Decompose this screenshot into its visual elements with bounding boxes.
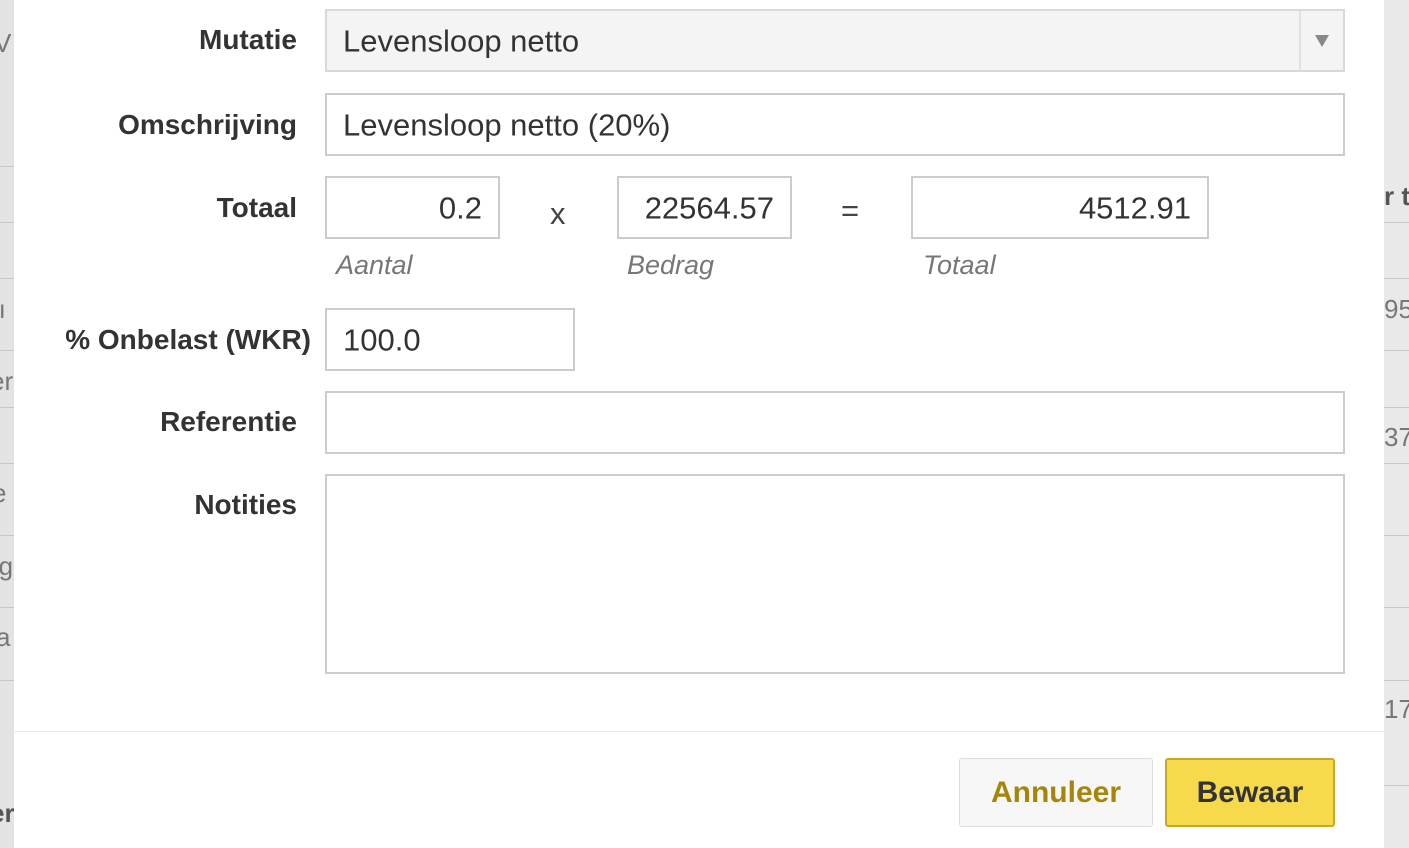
cancel-button[interactable]: Annuleer xyxy=(959,758,1153,827)
notities-label: Notities xyxy=(194,489,297,520)
background-left-column xyxy=(0,0,14,848)
omschrijving-input[interactable]: Levensloop netto (20%) xyxy=(325,93,1345,156)
background-divider xyxy=(0,680,14,681)
background-text: er xyxy=(0,366,14,396)
onbelast-label: % Onbelast (WKR) xyxy=(65,324,311,355)
chevron-down-icon xyxy=(1315,34,1329,47)
background-text: a xyxy=(0,622,11,652)
omschrijving-label: Omschrijving xyxy=(118,109,297,140)
background-text: rı xyxy=(0,294,6,324)
notities-textarea[interactable] xyxy=(325,474,1345,674)
background-divider xyxy=(1384,222,1409,223)
background-divider xyxy=(1384,535,1409,536)
background-text: er xyxy=(0,798,15,828)
background-divider xyxy=(0,350,14,351)
background-divider xyxy=(0,407,14,408)
mutatie-label: Mutatie xyxy=(199,24,297,55)
bedrag-input[interactable]: 22564.57 xyxy=(617,176,792,239)
footer-divider xyxy=(14,731,1384,732)
background-text: r t xyxy=(1384,181,1409,211)
background-divider xyxy=(0,607,14,608)
aantal-hint: Aantal xyxy=(336,250,413,280)
referentie-input[interactable] xyxy=(325,391,1345,454)
background-divider xyxy=(0,222,14,223)
equals-sign: = xyxy=(841,193,860,228)
aantal-value: 0.2 xyxy=(438,190,482,225)
onbelast-input[interactable]: 100.0 xyxy=(325,308,575,371)
background-text: 17 xyxy=(1384,694,1409,724)
background-divider xyxy=(0,463,14,464)
background-text: rg xyxy=(0,551,14,581)
totaal-value: 4512.91 xyxy=(1078,190,1191,225)
dropdown-toggle[interactable] xyxy=(1299,11,1343,70)
background-divider xyxy=(0,535,14,536)
background-divider xyxy=(0,278,14,279)
background-text: V xyxy=(0,28,12,58)
background-divider xyxy=(1384,278,1409,279)
save-button[interactable]: Bewaar xyxy=(1165,758,1335,827)
background-divider xyxy=(0,166,14,167)
bedrag-hint: Bedrag xyxy=(627,250,715,280)
totaal-label: Totaal xyxy=(216,192,297,223)
background-text: 95 xyxy=(1384,294,1409,324)
background-divider xyxy=(1384,607,1409,608)
mutatie-selected-value: Levensloop netto xyxy=(343,23,580,58)
background-divider xyxy=(1384,785,1409,786)
background-divider xyxy=(1384,407,1409,408)
multiply-sign: x xyxy=(550,196,566,231)
totaal-hint: Totaal xyxy=(923,250,996,280)
mutatie-select[interactable]: Levensloop netto xyxy=(325,9,1345,72)
background-divider xyxy=(1384,463,1409,464)
edit-mutation-dialog: Mutatie Levensloop netto Omschrijving Le… xyxy=(14,0,1384,848)
aantal-input[interactable]: 0.2 xyxy=(325,176,500,239)
referentie-label: Referentie xyxy=(160,406,297,437)
omschrijving-value: Levensloop netto (20%) xyxy=(343,107,671,142)
background-divider xyxy=(1384,350,1409,351)
totaal-input[interactable]: 4512.91 xyxy=(911,176,1209,239)
background-divider xyxy=(1384,680,1409,681)
background-text: 37 xyxy=(1384,422,1409,452)
onbelast-value: 100.0 xyxy=(343,322,421,357)
background-text: e xyxy=(0,480,6,506)
bedrag-value: 22564.57 xyxy=(644,190,774,225)
